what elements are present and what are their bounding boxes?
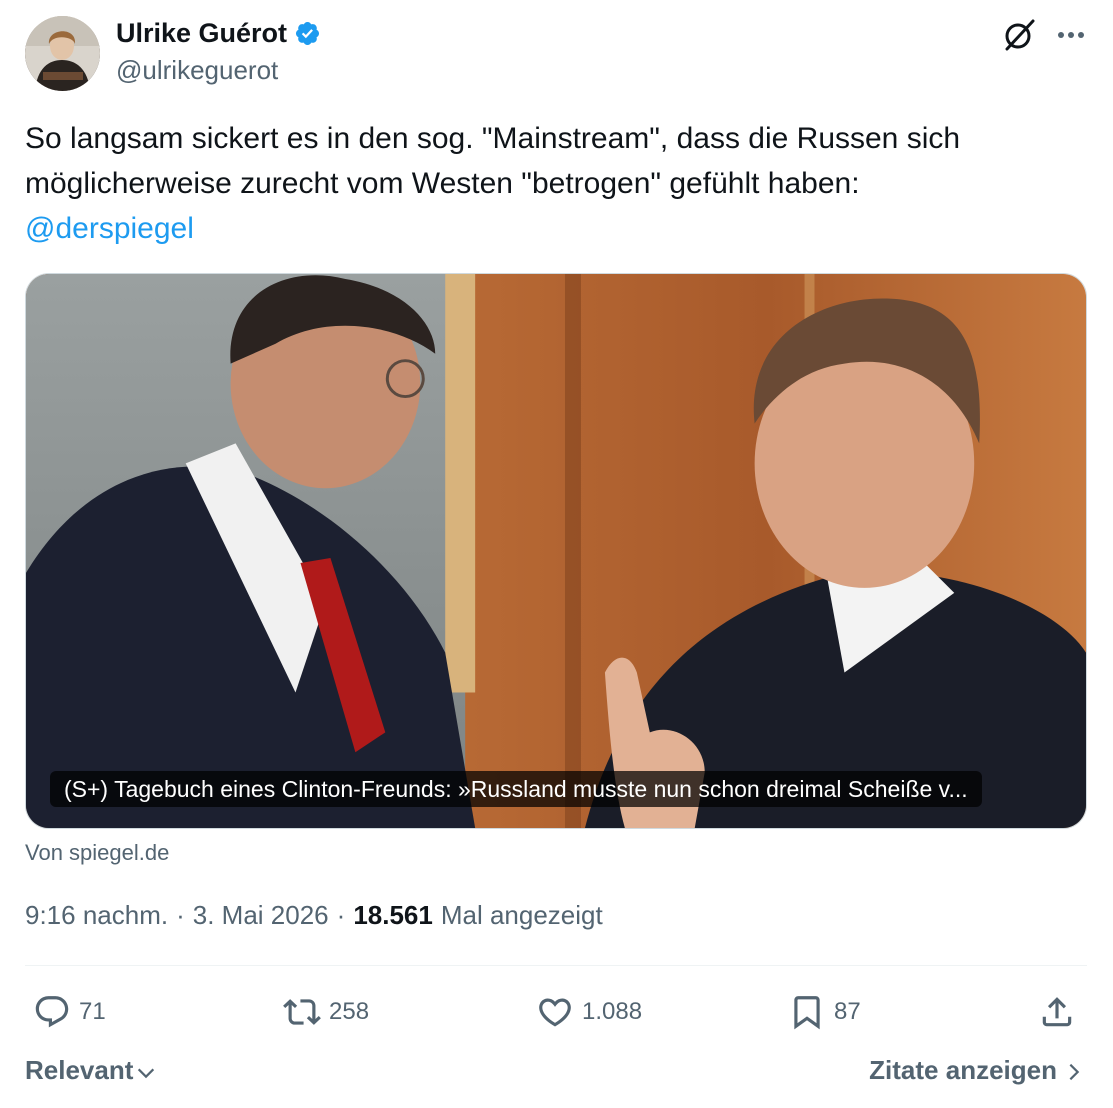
tweet-meta: 9:16 nachm. · 3. Mai 2026 · 18.561 Mal a… [25,900,603,931]
tweet-date[interactable]: 3. Mai 2026 [193,900,329,931]
card-source-link[interactable]: Von spiegel.de [25,840,169,866]
verified-badge-icon [296,21,320,45]
quotes-label: Zitate anzeigen [869,1055,1057,1085]
views-count: 18.561 [353,900,433,930]
like-button[interactable]: 1.088 [536,990,642,1034]
link-card-image[interactable]: (S+) Tagebuch eines Clinton-Freunds: »Ru… [25,273,1087,829]
tweet-text: So langsam sickert es in den sog. "Mains… [25,116,1085,251]
divider [25,965,1087,966]
author-handle[interactable]: @ulrikeguerot [116,55,278,86]
author-name-row: Ulrike Guérot [116,16,321,50]
retweet-count: 258 [329,998,370,1025]
retweet-button[interactable]: 258 [283,990,369,1034]
sort-label: Relevant [25,1055,134,1085]
author-display-name[interactable]: Ulrike Guérot [116,18,287,49]
sort-dropdown[interactable]: Relevant [25,1055,157,1086]
tweet: Ulrike Guérot @ulrikeguerot So langsam s… [0,0,1113,1108]
tweet-time[interactable]: 9:16 nachm. [25,900,168,931]
meta-separator-2: · [336,900,346,930]
views-label: Mal angezeigt [440,900,603,930]
grok-icon[interactable] [1001,17,1037,53]
bookmark-count: 87 [834,998,861,1025]
share-icon [1042,997,1072,1027]
bookmark-button[interactable]: 87 [788,990,861,1034]
more-icon[interactable] [1053,22,1089,48]
heart-icon [539,998,571,1027]
reply-icon [35,996,69,1028]
chevron-right-icon [1069,1063,1080,1080]
like-count: 1.088 [582,998,643,1025]
reply-count: 71 [79,998,106,1025]
view-quotes-link[interactable]: Zitate anzeigen [869,1055,1085,1086]
retweet-icon [283,999,321,1025]
tweet-text-line-1: So langsam sickert es in den sog. "Mains… [25,122,961,155]
bookmark-icon [794,996,820,1030]
card-caption: (S+) Tagebuch eines Clinton-Freunds: »Ru… [50,771,982,807]
card-photo [26,274,1086,828]
chevron-down-icon [138,1068,155,1078]
author-avatar[interactable] [25,16,100,91]
meta-separator-1: · [176,900,185,930]
mention-link[interactable]: @derspiegel [25,206,194,251]
reply-button[interactable]: 71 [33,990,106,1034]
tweet-text-line-2: möglicherweise zurecht vom Westen "betro… [25,167,860,200]
share-button[interactable] [1038,990,1076,1034]
